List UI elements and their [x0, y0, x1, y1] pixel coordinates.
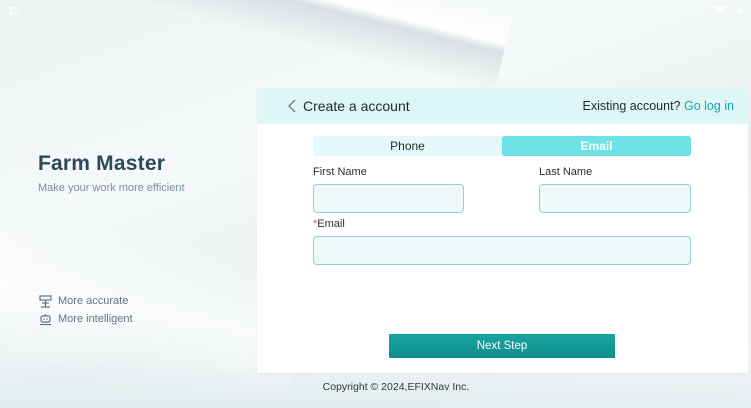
- app-subtitle: Make your work more efficient: [38, 182, 185, 194]
- create-account-card: Create a account Existing account? Go lo…: [257, 88, 748, 373]
- signup-method-tabs: Phone Email: [313, 136, 691, 156]
- existing-account-prompt: Existing account? Go log in: [583, 99, 734, 113]
- feature-label: More accurate: [58, 295, 129, 307]
- feature-item-intelligent: More intelligent: [38, 310, 133, 328]
- wifi-icon: [713, 5, 728, 15]
- feature-list: More accurate More intelligent: [38, 292, 133, 328]
- first-name-field[interactable]: [313, 184, 464, 213]
- bluetooth-icon: ᛒ: [699, 4, 706, 15]
- feature-item-accurate: More accurate: [38, 292, 133, 310]
- next-step-button[interactable]: Next Step: [389, 334, 615, 358]
- last-name-label: Last Name: [539, 166, 593, 178]
- tab-phone[interactable]: Phone: [313, 136, 502, 156]
- email-label-text: Email: [317, 218, 345, 230]
- accuracy-icon: [38, 294, 52, 308]
- last-name-field[interactable]: [539, 184, 691, 213]
- existing-account-text: Existing account?: [582, 99, 684, 113]
- robot-icon: [38, 312, 52, 326]
- copyright-text: Copyright © 2024,EFIXNav Inc.: [322, 381, 470, 393]
- email-field[interactable]: [313, 236, 691, 265]
- status-icons: ᛒ ◢: [699, 5, 743, 15]
- app-title: Farm Master: [38, 152, 166, 175]
- page-title: Create a account: [303, 98, 410, 114]
- signal-icon: ◢: [735, 4, 743, 15]
- brand-block: Farm Master Make your work more efficien…: [38, 152, 185, 194]
- go-log-in-link[interactable]: Go log in: [684, 99, 734, 113]
- card-header: Create a account Existing account? Go lo…: [257, 88, 748, 124]
- status-bar: ᛒ ◢: [0, 0, 751, 22]
- tab-email[interactable]: Email: [502, 136, 691, 156]
- notification-icon: [10, 7, 18, 14]
- back-chevron-icon[interactable]: [285, 98, 299, 114]
- feature-label: More intelligent: [58, 313, 133, 325]
- first-name-label: First Name: [313, 166, 367, 178]
- email-label: *Email: [313, 218, 345, 230]
